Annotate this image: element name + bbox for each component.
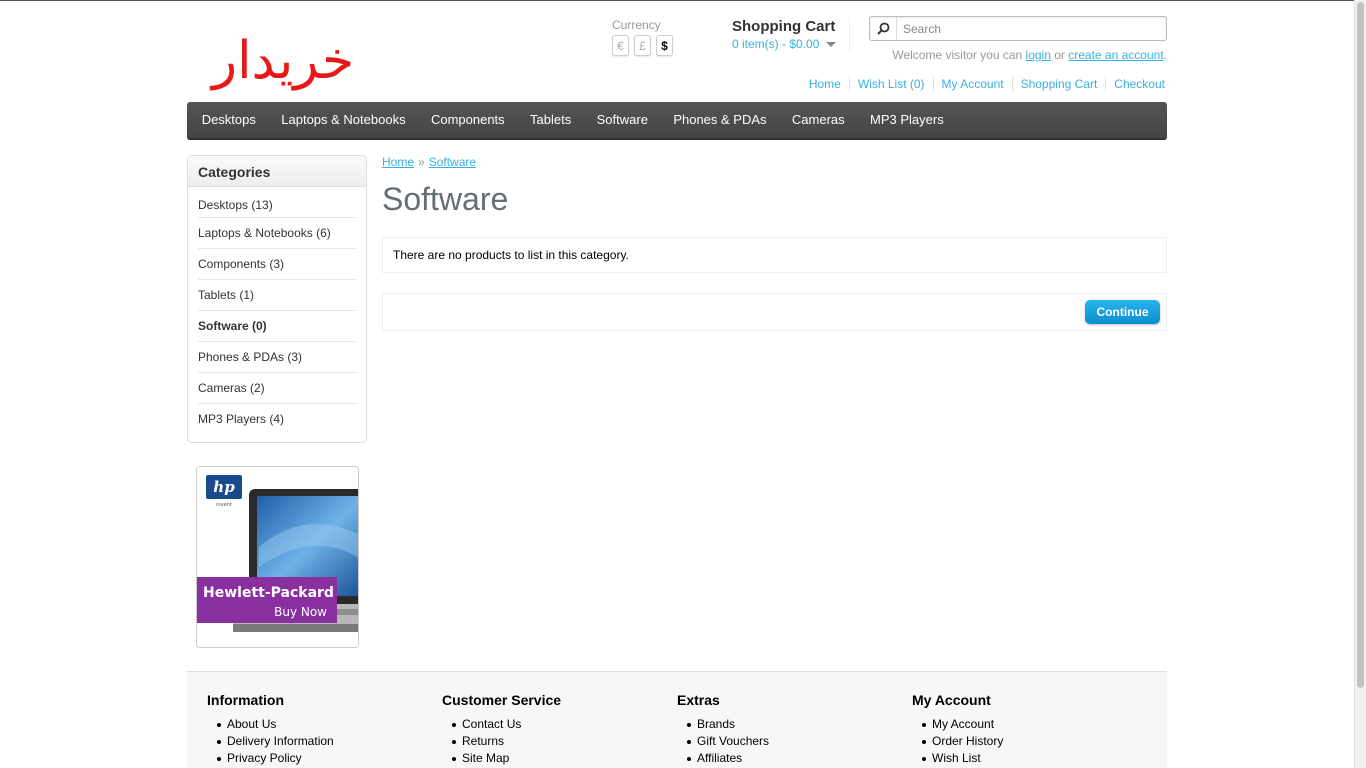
category-item-laptops[interactable]: Laptops & Notebooks (6) <box>198 217 356 248</box>
cart-title: Shopping Cart <box>732 18 836 35</box>
footer-link-returns[interactable]: Returns <box>462 734 504 748</box>
svg-text:hp: hp <box>213 478 235 496</box>
category-item-components[interactable]: Components (3) <box>198 248 356 279</box>
footer-link-item: Brands <box>687 716 877 733</box>
footer-link-contact[interactable]: Contact Us <box>462 717 521 731</box>
toplink-my-account[interactable]: My Account <box>932 77 1012 91</box>
cart-total: 0 item(s) - $0.00 <box>732 37 820 51</box>
welcome-message: Welcome visitor you can login or create … <box>892 48 1167 62</box>
currency-switcher: Currency € £ $ <box>612 18 673 56</box>
empty-message: There are no products to list in this ca… <box>382 237 1167 273</box>
category-item-mp3[interactable]: MP3 Players (4) <box>198 403 356 434</box>
footer-link-item: Delivery Information <box>217 733 407 750</box>
login-link[interactable]: login <box>1026 48 1051 62</box>
footer-column-my-account: My Account My Account Order History Wish… <box>912 692 1112 767</box>
svg-text:invent: invent <box>216 502 232 508</box>
top-border <box>0 0 1354 1</box>
footer-link-brands[interactable]: Brands <box>697 717 735 731</box>
page-title: Software <box>382 181 509 217</box>
search-button[interactable] <box>870 17 897 40</box>
page-scrollbar[interactable] <box>1354 0 1366 768</box>
currency-pound-button[interactable]: £ <box>634 35 651 56</box>
toplink-wishlist[interactable]: Wish List (0) <box>848 77 933 91</box>
menu-item-components[interactable]: Components <box>418 101 517 139</box>
main-content: Home » Software Software There are no prod… <box>382 155 1167 331</box>
banner-cta: Buy Now <box>274 605 327 619</box>
footer-column-information: Information About Us Delivery Informatio… <box>207 692 407 767</box>
search-input[interactable] <box>897 17 1166 40</box>
menu-item-desktops[interactable]: Desktops <box>189 101 269 139</box>
footer-heading: Extras <box>677 692 720 708</box>
search-icon <box>876 22 889 35</box>
chevron-down-icon <box>826 42 837 47</box>
toplink-checkout[interactable]: Checkout <box>1105 77 1167 91</box>
menu-item-phones[interactable]: Phones & PDAs <box>661 101 780 139</box>
toplink-shopping-cart[interactable]: Shopping Cart <box>1011 77 1106 91</box>
breadcrumb-current[interactable]: Software <box>429 155 476 169</box>
search-bar <box>869 16 1167 41</box>
category-item-phones[interactable]: Phones & PDAs (3) <box>198 341 356 372</box>
currency-label: Currency <box>612 18 661 32</box>
sidebar: Categories Desktops (13) Laptops & Noteb… <box>187 155 367 648</box>
footer-link-item: Privacy Policy <box>217 750 407 767</box>
footer-link-about-us[interactable]: About Us <box>227 717 276 731</box>
footer-link-item: Wish List <box>922 750 1112 767</box>
footer-column-customer-service: Customer Service Contact Us Returns Site… <box>442 692 642 767</box>
continue-button[interactable]: Continue <box>1085 300 1160 324</box>
breadcrumb-separator: » <box>418 155 425 169</box>
menu-item-software[interactable]: Software <box>584 101 661 139</box>
menu-item-mp3[interactable]: MP3 Players <box>857 101 956 139</box>
menu-item-cameras[interactable]: Cameras <box>779 101 857 139</box>
footer-link-my-account[interactable]: My Account <box>932 717 994 731</box>
footer-link-item: Returns <box>452 733 642 750</box>
category-item-desktops[interactable]: Desktops (13) <box>198 194 356 217</box>
footer-link-item: Site Map <box>452 750 642 767</box>
menu-item-tablets[interactable]: Tablets <box>517 101 584 139</box>
footer-heading: My Account <box>912 692 991 708</box>
footer: Information About Us Delivery Informatio… <box>187 671 1167 768</box>
footer-link-item: About Us <box>217 716 407 733</box>
footer-link-item: Order History <box>922 733 1112 750</box>
categories-list: Desktops (13) Laptops & Notebooks (6) Co… <box>188 187 366 442</box>
footer-link-order-history[interactable]: Order History <box>932 734 1003 748</box>
footer-link-affiliates[interactable]: Affiliates <box>697 751 742 765</box>
welcome-prefix: Welcome visitor you can <box>892 48 1023 62</box>
hp-banner[interactable]: hp invent Hewlett-Packard Buy Now <box>196 466 359 648</box>
menu-item-laptops[interactable]: Laptops & Notebooks <box>269 101 419 139</box>
footer-link-privacy[interactable]: Privacy Policy <box>227 751 302 765</box>
category-item-software[interactable]: Software (0) <box>198 310 356 341</box>
footer-link-vouchers[interactable]: Gift Vouchers <box>697 734 769 748</box>
breadcrumb: Home » Software <box>382 155 1167 169</box>
site-logo[interactable]: خریدار <box>212 26 354 96</box>
create-account-link[interactable]: create an account <box>1068 48 1163 62</box>
hp-banner-image: hp invent Hewlett-Packard Buy Now <box>197 467 358 647</box>
top-links: Home Wish List (0) My Account Shopping C… <box>801 77 1167 91</box>
toplink-home[interactable]: Home <box>801 77 849 91</box>
currency-euro-button[interactable]: € <box>612 35 629 56</box>
category-item-cameras[interactable]: Cameras (2) <box>198 372 356 403</box>
footer-link-item: Contact Us <box>452 716 642 733</box>
footer-heading: Customer Service <box>442 692 562 708</box>
footer-heading: Information <box>207 692 284 708</box>
banner-brand: Hewlett-Packard <box>203 585 334 601</box>
footer-link-item: Gift Vouchers <box>687 733 877 750</box>
footer-link-sitemap[interactable]: Site Map <box>462 751 509 765</box>
welcome-or: or <box>1054 48 1065 62</box>
breadcrumb-home[interactable]: Home <box>382 155 414 169</box>
footer-link-item: Affiliates <box>687 750 877 767</box>
scrollbar-thumb[interactable] <box>1357 2 1364 688</box>
footer-link-delivery[interactable]: Delivery Information <box>227 734 334 748</box>
footer-link-wishlist[interactable]: Wish List <box>932 751 981 765</box>
footer-column-extras: Extras Brands Gift Vouchers Affiliates <box>677 692 877 767</box>
categories-box: Categories Desktops (13) Laptops & Noteb… <box>187 155 367 443</box>
main-menu: Desktops Laptops & Notebooks Components … <box>187 102 1167 140</box>
welcome-suffix: . <box>1163 48 1167 62</box>
categories-heading: Categories <box>188 156 366 187</box>
category-item-tablets[interactable]: Tablets (1) <box>198 279 356 310</box>
currency-dollar-button[interactable]: $ <box>656 35 673 56</box>
footer-link-item: My Account <box>922 716 1112 733</box>
cart-widget[interactable]: Shopping Cart 0 item(s) - $0.00 <box>732 18 850 51</box>
cart-total-dropdown[interactable]: 0 item(s) - $0.00 <box>732 36 849 53</box>
buttons-bar: Continue <box>382 293 1167 331</box>
